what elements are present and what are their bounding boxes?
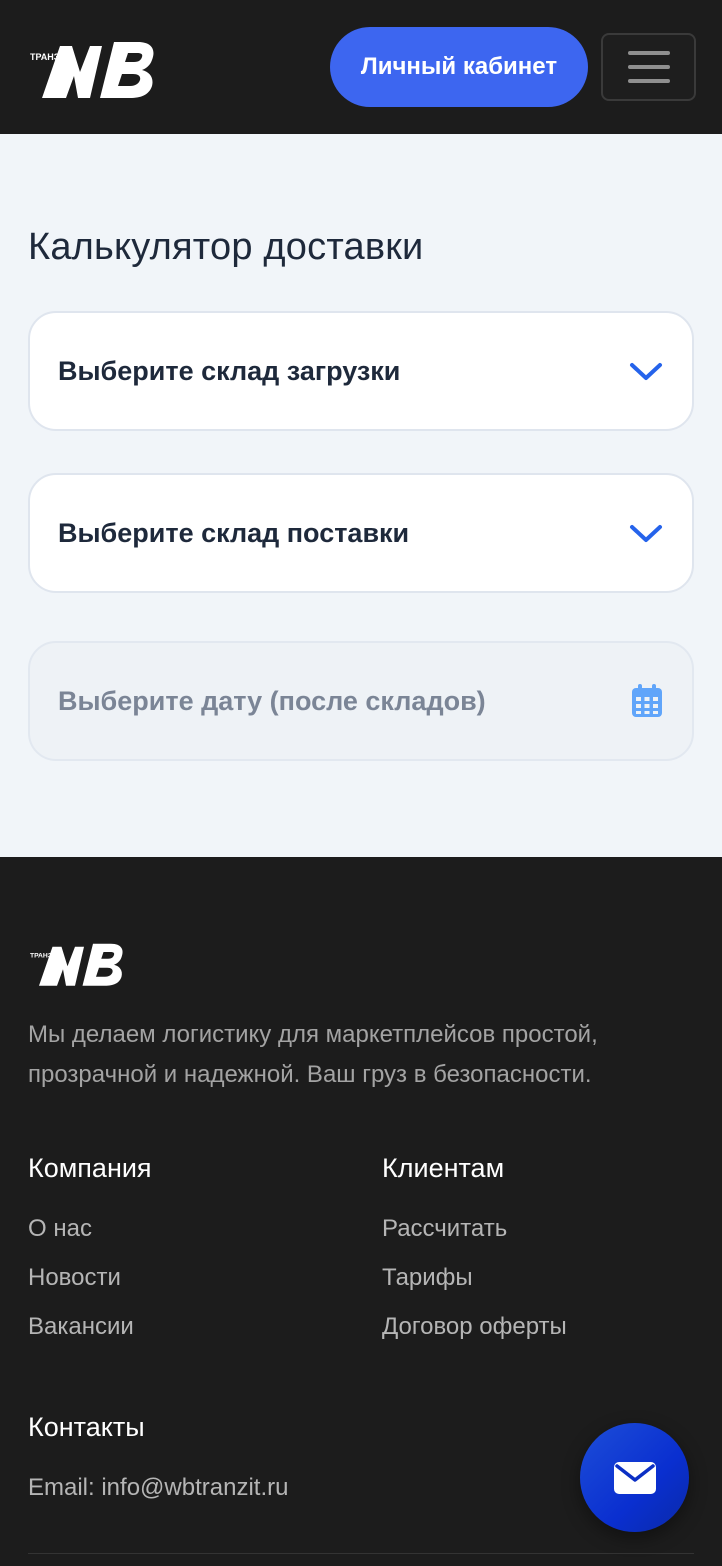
- footer-link-vacancies[interactable]: Вакансии: [28, 1313, 134, 1341]
- footer-link-about[interactable]: О нас: [28, 1215, 92, 1243]
- contact-mail-button[interactable]: [580, 1423, 689, 1532]
- menu-line: [627, 65, 670, 69]
- date-placeholder: Выберите дату (после складов): [58, 685, 486, 716]
- footer-logo[interactable]: ТРАНЗИТ: [30, 940, 126, 988]
- footer-company-title: Компания: [28, 1153, 152, 1183]
- delivery-warehouse-select[interactable]: Выберите склад поставки: [28, 473, 694, 593]
- select-label: Выберите склад загрузки: [58, 355, 401, 386]
- footer-link-offer-agreement[interactable]: Договор оферты: [382, 1313, 567, 1341]
- page-title: Калькулятор доставки: [28, 226, 424, 268]
- chevron-down-icon: [630, 363, 662, 380]
- select-label: Выберите склад поставки: [58, 517, 410, 548]
- footer-divider: [28, 1553, 694, 1554]
- calendar-icon: [632, 684, 662, 717]
- menu-line: [627, 79, 670, 83]
- footer-link-news[interactable]: Новости: [28, 1264, 121, 1292]
- date-picker-field[interactable]: Выберите дату (после складов): [28, 641, 694, 761]
- footer-email-link[interactable]: Email: info@wbtranzit.ru: [28, 1474, 288, 1502]
- personal-account-button[interactable]: Личный кабинет: [330, 27, 588, 107]
- chevron-down-icon: [630, 525, 662, 542]
- loading-warehouse-select[interactable]: Выберите склад загрузки: [28, 311, 694, 431]
- footer-link-calculate[interactable]: Рассчитать: [382, 1215, 507, 1243]
- footer-tagline: Мы делаем логистику для маркетплейсов пр…: [28, 1021, 598, 1088]
- hamburger-menu-button[interactable]: [601, 33, 696, 101]
- menu-line: [627, 51, 670, 55]
- footer-contacts-title: Контакты: [28, 1412, 145, 1442]
- calculator-section: Калькулятор доставки Выберите склад загр…: [0, 134, 722, 857]
- footer-link-tariffs[interactable]: Тарифы: [382, 1264, 473, 1292]
- logo[interactable]: ТРАНЗИТ: [30, 38, 158, 100]
- footer-clients-title: Клиентам: [382, 1153, 505, 1183]
- site-header: ТРАНЗИТ Личный кабинет: [0, 0, 722, 134]
- mail-icon: [613, 1461, 656, 1494]
